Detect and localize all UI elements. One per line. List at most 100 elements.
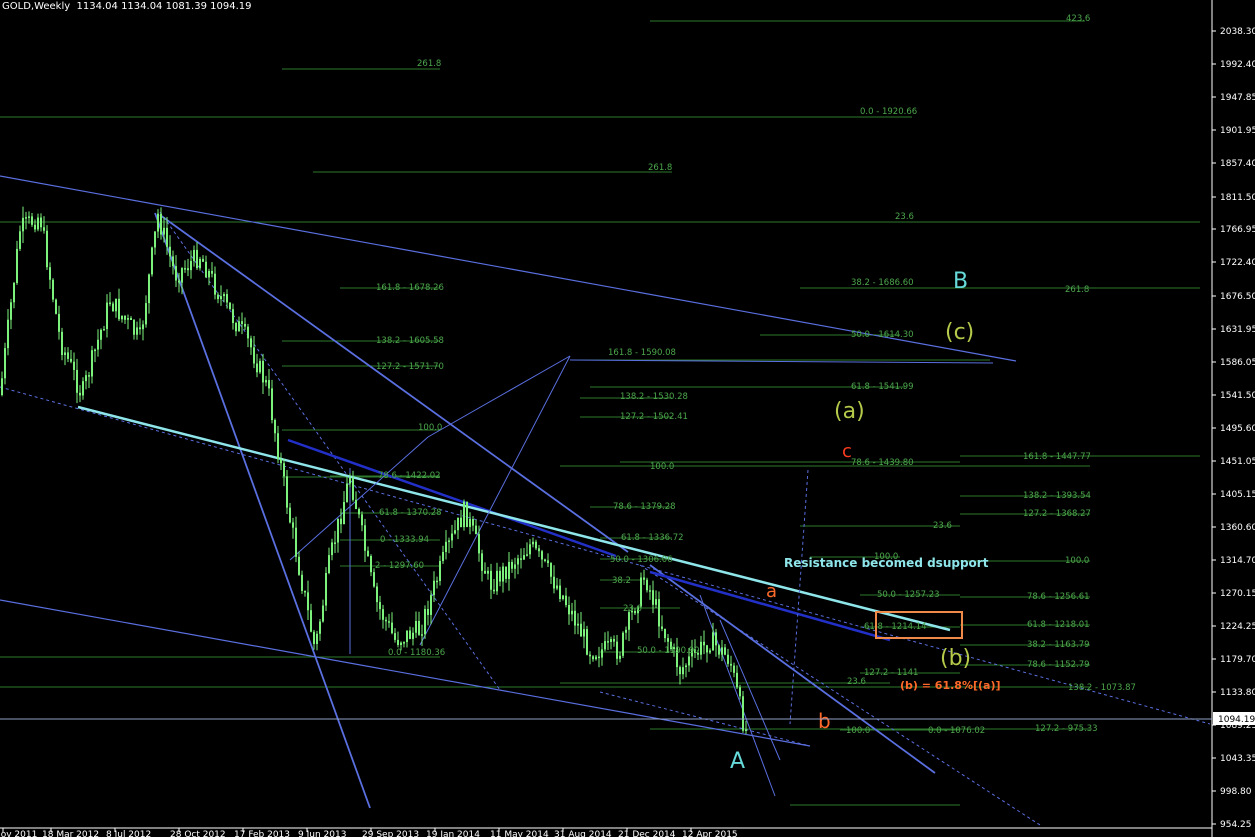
fib-level-label: 127.2 - 1502.41	[620, 412, 688, 422]
candle-body	[433, 580, 435, 596]
date-tick-label: 19 Jan 2014	[426, 830, 480, 837]
candle-body	[349, 477, 351, 484]
candle-body	[538, 548, 540, 552]
candle-body	[652, 590, 654, 605]
price-tick-label: 1043.35	[1220, 754, 1255, 764]
candle-body	[415, 620, 417, 633]
wave-label: B	[953, 269, 968, 294]
candle-body	[739, 687, 741, 697]
candle-body	[403, 642, 405, 644]
candle-body	[217, 294, 219, 300]
candle-body	[268, 380, 270, 389]
candle-body	[130, 318, 132, 321]
date-axis[interactable]: Nov 2011 18 Mar 2012 8 Jul 2012 28 Oct 2012…	[0, 827, 1212, 837]
trend-line	[789, 469, 809, 725]
candle-body	[523, 555, 525, 560]
symbol-header: GOLD,Weekly 1134.04 1134.04 1081.39 1094…	[2, 1, 251, 12]
candle-body	[445, 541, 447, 552]
candle-body	[7, 319, 9, 349]
fibonacci-levels	[0, 20, 1200, 806]
fib-level-label: 161.8 - 1678.26	[376, 283, 444, 293]
candle-body	[595, 656, 597, 660]
candle-body	[532, 541, 534, 545]
candle-body	[442, 551, 444, 562]
candle-body	[541, 551, 543, 560]
candle-body	[256, 363, 258, 373]
candle-body	[139, 327, 141, 330]
candle-body	[535, 541, 537, 549]
candle-body	[517, 558, 519, 565]
candle-body	[391, 622, 393, 634]
candle-body	[553, 576, 555, 589]
fib-level-label: 127.2 - 975.33	[1035, 724, 1098, 734]
candle-body	[178, 280, 180, 283]
candle-body	[514, 564, 516, 569]
price-tick-label: 1179.70	[1220, 655, 1255, 665]
candle-body	[265, 380, 267, 383]
fib-level-label: 100.0	[846, 726, 870, 736]
candle-body	[145, 303, 147, 325]
candle-body	[121, 315, 123, 320]
candle-body	[430, 595, 432, 615]
candle-body	[298, 556, 300, 575]
candle-body	[658, 599, 660, 627]
trend-line	[77, 405, 951, 632]
candle-body	[307, 592, 309, 611]
candle-body	[376, 586, 378, 603]
candle-body	[358, 508, 360, 515]
candle-body	[106, 302, 108, 330]
wave-label: A	[730, 749, 745, 774]
fib-level-label: 78.6 - 1422.02	[378, 471, 441, 481]
candle-body	[706, 645, 708, 653]
candle-body	[118, 298, 120, 320]
candle-body	[319, 621, 321, 634]
date-tick-label: 17 Feb 2013	[234, 830, 290, 837]
candle-body	[259, 360, 261, 373]
candle-body	[175, 266, 177, 281]
price-tick-label: 1405.15	[1220, 490, 1255, 500]
candle-body	[28, 216, 30, 218]
candle-body	[520, 558, 522, 560]
price-tick-label: 1495.60	[1220, 424, 1255, 434]
fib-level-label: 138.2 - 1073.87	[1068, 683, 1136, 693]
candle-body	[397, 639, 399, 645]
annotation-text: (b) = 61.8%[(a)]	[900, 679, 1001, 692]
wave-label: a	[766, 581, 777, 602]
candle-body	[613, 639, 615, 642]
wave-label: b	[818, 709, 831, 733]
fib-level-label: 61.8 - 1541.99	[851, 382, 914, 392]
candle-body	[439, 561, 441, 581]
candle-body	[718, 645, 720, 655]
candle-body	[568, 605, 570, 615]
fib-level-label: 261.8	[417, 59, 441, 69]
chart-area[interactable]: 423.6 261.8 0.0 - 1920.66 261.8 23.6 161.8 - …	[0, 0, 1255, 837]
candle-body	[76, 369, 78, 393]
candle-body	[70, 358, 72, 362]
candle-body	[79, 392, 81, 396]
candle-body	[547, 560, 549, 564]
candle-body	[661, 626, 663, 629]
candle-body	[340, 518, 342, 525]
candle-body	[505, 566, 507, 579]
candle-body	[34, 224, 36, 230]
candle-body	[190, 260, 192, 271]
candle-body	[166, 227, 168, 247]
candle-body	[40, 217, 42, 228]
fibonacci-labels: 423.6 261.8 0.0 - 1920.66 261.8 23.6 161.8 - …	[375, 14, 1136, 736]
price-tick-label: 1133.80	[1220, 688, 1255, 698]
candle-body	[529, 544, 531, 555]
fib-level-label: 78.6 - 1379.28	[613, 502, 676, 512]
candle-body	[472, 518, 474, 526]
candle-body	[508, 561, 510, 579]
date-tick-label: 12 Apr 2015	[682, 830, 738, 837]
candle-body	[457, 517, 459, 531]
fib-level-label: 138.2 - 1530.28	[620, 392, 688, 402]
candle-body	[424, 609, 426, 635]
candle-body	[82, 381, 84, 396]
candle-body	[730, 663, 732, 666]
date-tick-label: 29 Sep 2013	[362, 830, 419, 837]
candle-body	[4, 348, 6, 379]
candle-body	[151, 247, 153, 275]
current-price-value: 1094.19	[1218, 715, 1255, 725]
fib-level-label: 0 - 1333.94	[380, 535, 429, 545]
